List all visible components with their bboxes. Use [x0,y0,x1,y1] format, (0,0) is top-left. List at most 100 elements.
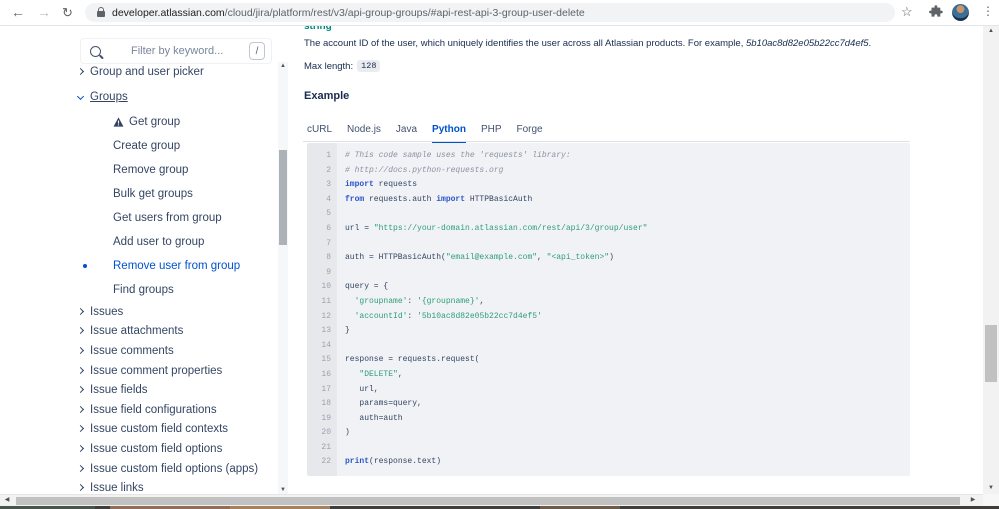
sidebar-item-issue-field-configurations[interactable]: Issue field configurations [70,400,275,420]
vertical-scrollbar-thumb[interactable] [985,325,997,382]
sidebar-item-issue-comments[interactable]: Issue comments [70,341,275,361]
tab-curl[interactable]: cURL [307,122,332,141]
scroll-right-icon[interactable]: ▶ [966,495,980,506]
scroll-left-icon[interactable]: ◀ [0,495,14,506]
sidebar-item-remove-group[interactable]: Remove group [70,158,275,182]
line-number: 13 [321,326,331,336]
code-line: # This code sample uses the 'requests' l… [345,151,571,160]
sidebar-item-create-group[interactable]: Create group [70,134,275,158]
address-bar[interactable]: developer.atlassian.com/cloud/jira/platf… [85,3,895,22]
chevron-right-icon [76,386,85,394]
sidebar-item-issue-custom-field-options[interactable]: Issue custom field options [70,439,275,459]
scroll-down-icon[interactable]: ▼ [983,482,999,494]
sidebar-item-label: Groups [90,91,128,103]
sidebar-nav: Group and user picker Groups Get group Crea… [70,60,275,498]
extensions-icon[interactable] [929,5,943,24]
chevron-right-icon [76,366,85,374]
line-number: 10 [321,282,331,292]
sidebar-item-issue-custom-field-contexts[interactable]: Issue custom field contexts [70,420,275,440]
line-number: 6 [326,223,331,233]
chevron-down-icon [76,92,85,100]
line-number: 5 [326,209,331,219]
sidebar-item-get-users-from-group[interactable]: Get users from group [70,206,275,230]
line-number: 3 [326,180,331,190]
sidebar-item-remove-user-from-group[interactable]: Remove user from group [70,254,275,278]
tab-java[interactable]: Java [396,122,417,141]
sidebar-item-label: Issue field configurations [90,403,217,416]
line-number: 2 [326,165,331,175]
code-line: from requests.auth import HTTPBasicAuth [345,194,533,204]
chevron-right-icon [76,307,85,315]
scroll-up-icon[interactable]: ▲ [278,62,288,70]
forward-button[interactable]: → [37,4,51,20]
active-bullet-icon [83,264,87,268]
sidebar-item-add-user-to-group[interactable]: Add user to group [70,230,275,254]
tab-forge[interactable]: Forge [517,122,543,141]
code-line: auth = HTTPBasicAuth("email@example.com"… [345,253,614,263]
line-number: 7 [326,238,331,248]
code-line: # http://docs.python-requests.org [345,165,504,175]
line-number: 21 [321,442,331,452]
sidebar-item-label: Issue custom field options [90,442,223,455]
scroll-down-icon[interactable]: ▼ [278,486,288,494]
line-number: 17 [321,384,331,394]
sidebar-item-label: Add user to group [113,236,205,248]
sidebar-item-label: Issue comments [90,344,174,357]
line-number: 12 [321,311,331,321]
sidebar-item-label: Issue custom field contexts [90,423,229,436]
line-number: 22 [321,457,331,467]
sidebar-scrollbar[interactable]: ▲ ▼ [278,62,288,494]
sidebar-item-groups[interactable]: Groups [70,84,275,110]
sidebar-item-issue-attachments[interactable]: Issue attachments [70,322,275,342]
tab-python[interactable]: Python [432,122,466,144]
browser-toolbar: ← → ↻ developer.atlassian.com/cloud/jira… [0,0,999,26]
tab-php[interactable]: PHP [481,122,502,141]
line-number: 18 [321,399,331,409]
sidebar-item-get-group[interactable]: Get group [70,110,275,134]
sidebar-item-find-groups[interactable]: Find groups [70,278,275,302]
max-length-value: 128 [357,60,381,72]
line-number: 8 [326,253,331,263]
bookmark-star-icon[interactable]: ☆ [901,4,913,20]
example-heading: Example [304,90,350,102]
line-number: 14 [321,340,331,350]
max-length-row: Max length: 128 [304,60,381,72]
scrollbar-corner [983,494,999,506]
chevron-right-icon [76,444,85,452]
sidebar-item-label: Issues [90,305,124,318]
filter-input[interactable] [101,45,249,57]
sidebar-item-group-and-user-picker[interactable]: Group and user picker [70,60,275,84]
code-lines: # This code sample uses the 'requests' l… [337,143,910,476]
reload-button[interactable]: ↻ [62,5,73,21]
line-number: 20 [321,428,331,438]
sidebar-item-issues[interactable]: Issues [70,302,275,322]
sidebar-item-bulk-get-groups[interactable]: Bulk get groups [70,182,275,206]
code-line: 'groupname': '{groupname}', [354,296,485,306]
code-line: url = "https://your-domain.atlassian.com… [345,223,648,233]
sidebar-item-issue-fields[interactable]: Issue fields [70,380,275,400]
sidebar-item-label: Bulk get groups [113,188,193,200]
search-icon [90,45,101,57]
sidebar-item-label: Issue attachments [90,325,184,338]
browser-menu-icon[interactable]: ⋮ [982,4,994,18]
code-line: auth=auth [345,413,403,423]
code-line: ) [345,428,350,438]
sidebar-item-issue-custom-field-options-apps[interactable]: Issue custom field options (apps) [70,459,275,479]
chevron-right-icon [76,405,85,413]
chevron-right-icon [76,464,85,472]
sidebar-scrollbar-thumb[interactable] [279,150,287,245]
chevron-right-icon [76,346,85,355]
scroll-up-icon[interactable]: ▲ [983,25,999,37]
profile-avatar[interactable] [952,4,969,21]
horizontal-scrollbar-thumb[interactable] [16,497,960,505]
tab-node-js[interactable]: Node.js [347,122,381,141]
ssl-padlock-icon[interactable] [97,7,105,17]
page-vertical-scrollbar[interactable]: ▲ ▼ [983,25,999,494]
page-horizontal-scrollbar[interactable]: ◀ ▶ [0,494,999,506]
back-button[interactable]: ← [11,4,25,20]
sidebar-item-issue-comment-properties[interactable]: Issue comment properties [70,361,275,381]
